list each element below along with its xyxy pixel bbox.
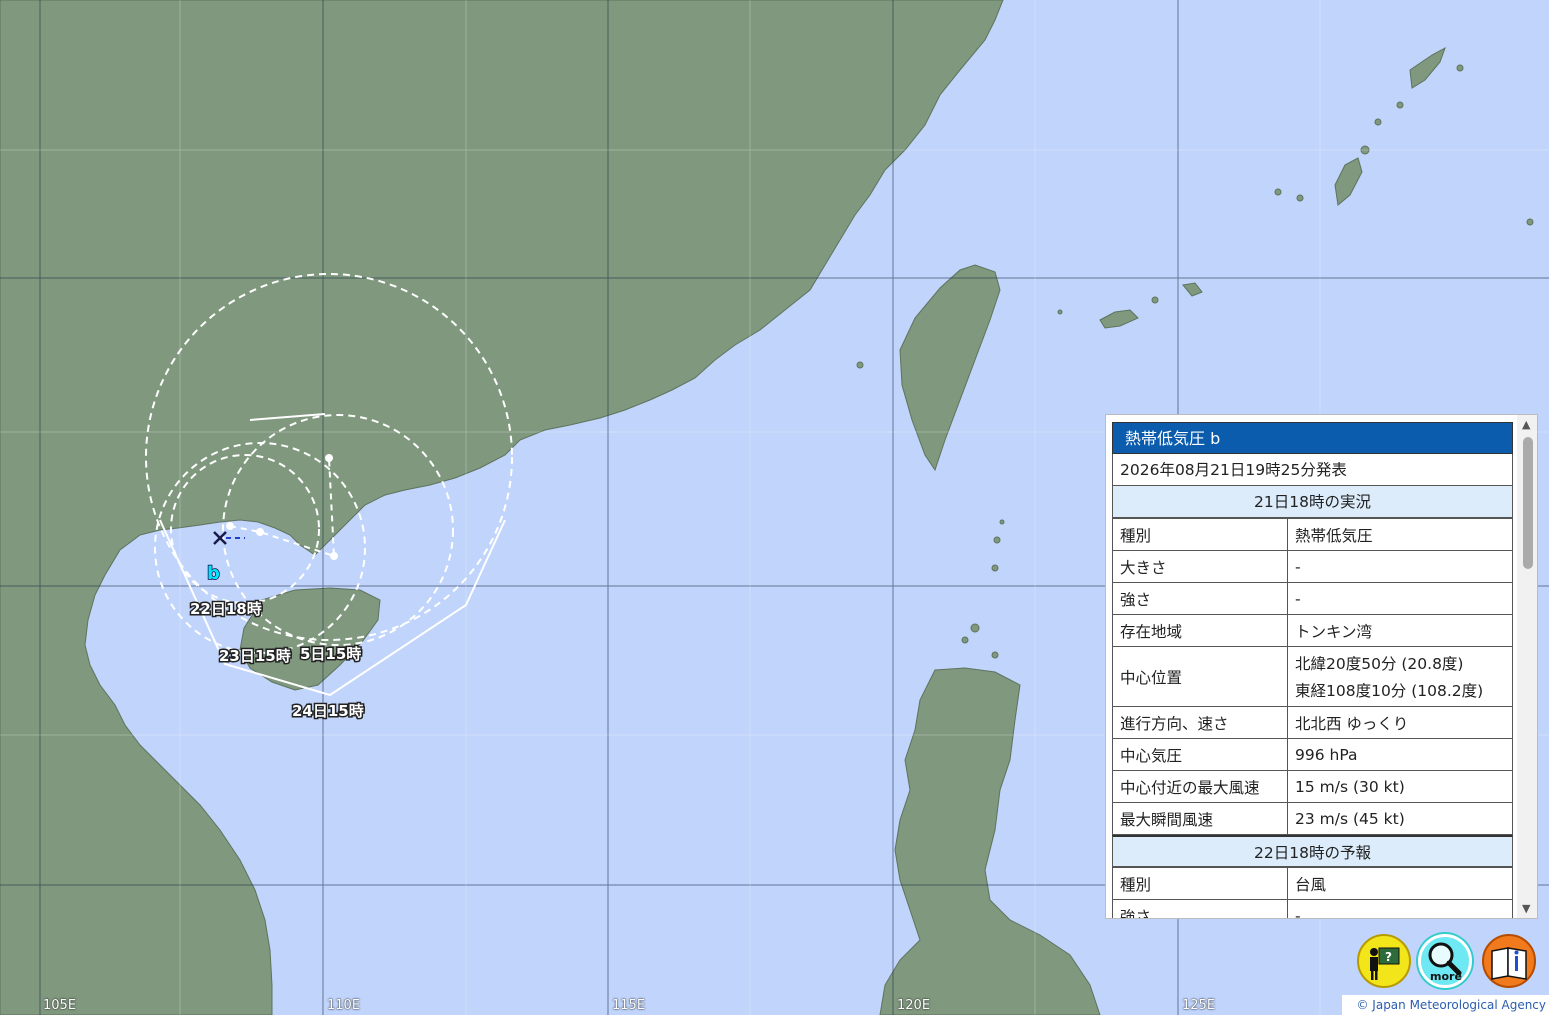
row-key: 種別 [1112,518,1288,551]
current-info-table: 種別 熱帯低気圧 大きさ - 強さ - 存在地域 トンキン湾 中心位置 北緯20度50分 … [1112,518,1513,835]
more-label: more [1430,970,1462,983]
section-current: 21日18時の実況 [1112,486,1513,518]
row-key: 中心位置 [1112,646,1288,707]
track-label-23d15: 23日15時 [219,647,291,665]
track-label-5d15: 5日15時 [300,645,361,663]
table-row: 最大瞬間風速 23 m/s (45 kt) [1112,802,1513,835]
scroll-thumb[interactable] [1523,437,1533,569]
more-button[interactable]: more [1418,934,1472,988]
table-row: 中心気圧 996 hPa [1112,738,1513,771]
row-value: 北緯20度50分 (20.8度) 東経108度10分 (108.2度) [1287,646,1513,707]
copyright-notice[interactable]: © Japan Meteorological Agency [1342,995,1549,1015]
table-row: 種別 熱帯低気圧 [1112,518,1513,551]
presenter-help-icon: ? [1370,947,1400,980]
row-key: 強さ [1112,899,1288,918]
table-row: 強さ - [1112,899,1513,918]
storm-letter: b [207,563,220,584]
track-label-24d15: 24日15時 [292,702,364,720]
table-row: 存在地域 トンキン湾 [1112,614,1513,647]
latitude-value: 北緯20度50分 (20.8度) [1295,655,1464,673]
row-key: 中心付近の最大風速 [1112,770,1288,803]
scroll-down-arrow-icon[interactable]: ▼ [1522,902,1530,915]
row-value: - [1287,899,1513,918]
axis-label-105e: 105E [43,998,77,1013]
table-row: 中心位置 北緯20度50分 (20.8度) 東経108度10分 (108.2度) [1112,646,1513,707]
row-value: トンキン湾 [1287,614,1513,647]
row-key: 強さ [1112,582,1288,615]
row-key: 種別 [1112,867,1288,900]
axis-label-115e: 115E [612,998,646,1013]
info-button[interactable] [1482,934,1536,988]
axis-label-125e: 125E [1182,998,1216,1013]
storm-info-content: 熱帯低気圧 b 2026年08月21日19時25分発表 21日18時の実況 種別… [1112,422,1513,918]
svg-text:?: ? [1385,950,1392,964]
table-row: 強さ - [1112,582,1513,615]
section-forecast: 22日18時の予報 [1112,835,1513,867]
row-value: - [1287,582,1513,615]
row-value: 熱帯低気圧 [1287,518,1513,551]
axis-label-110e: 110E [327,998,361,1013]
axis-label-120e: 120E [897,998,931,1013]
longitude-value: 東経108度10分 (108.2度) [1295,682,1484,700]
row-value: 台風 [1287,867,1513,900]
table-row: 中心付近の最大風速 15 m/s (30 kt) [1112,770,1513,803]
row-value: - [1287,550,1513,583]
row-value: 996 hPa [1287,738,1513,771]
panel-title: 熱帯低気圧 b [1112,422,1513,454]
help-button[interactable]: ? [1357,934,1411,988]
track-label-22d18: 22日18時 [190,600,262,618]
scroll-up-arrow-icon[interactable]: ▲ [1522,418,1530,431]
table-row: 大きさ - [1112,550,1513,583]
row-value: 15 m/s (30 kt) [1287,770,1513,803]
table-row: 種別 台風 [1112,867,1513,900]
row-key: 進行方向、速さ [1112,706,1288,739]
storm-info-panel[interactable]: 熱帯低気圧 b 2026年08月21日19時25分発表 21日18時の実況 種別… [1105,414,1538,919]
row-key: 最大瞬間風速 [1112,802,1288,835]
table-row: 進行方向、速さ 北北西 ゆっくり [1112,706,1513,739]
row-value: 23 m/s (45 kt) [1287,802,1513,835]
row-key: 存在地域 [1112,614,1288,647]
row-key: 大きさ [1112,550,1288,583]
forecast-info-table: 種別 台風 強さ - [1112,867,1513,918]
magnifier-icon: more [1428,942,1462,983]
row-key: 中心気圧 [1112,738,1288,771]
book-info-icon [1491,947,1527,980]
panel-scrollbar[interactable]: ▲ ▼ [1517,415,1537,918]
row-value: 北北西 ゆっくり [1287,706,1513,739]
issued-time: 2026年08月21日19時25分発表 [1112,454,1513,486]
